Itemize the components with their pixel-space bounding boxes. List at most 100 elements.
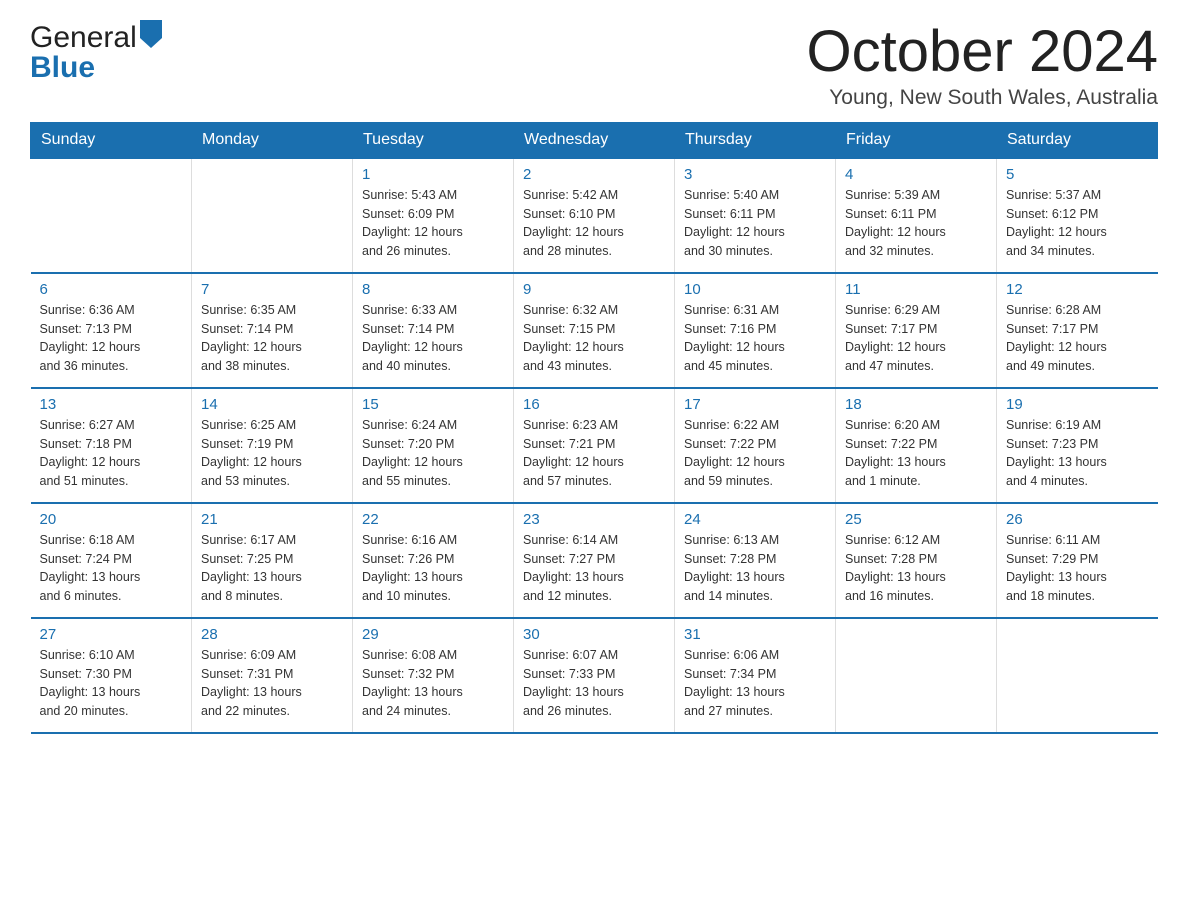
day-number: 31 bbox=[684, 626, 826, 643]
title-area: October 2024 Young, New South Wales, Aus… bbox=[807, 20, 1158, 110]
day-info: Sunrise: 6:29 AM Sunset: 7:17 PM Dayligh… bbox=[845, 303, 946, 373]
day-number: 16 bbox=[523, 396, 665, 413]
col-sunday: Sunday bbox=[31, 122, 192, 158]
calendar-cell: 1 Sunrise: 5:43 AM Sunset: 6:09 PM Daylig… bbox=[353, 158, 514, 273]
page-header: General Blue October 2024 Young, New Sou… bbox=[30, 20, 1158, 110]
day-number: 2 bbox=[523, 166, 665, 183]
logo-general: General bbox=[30, 21, 137, 55]
day-info: Sunrise: 6:14 AM Sunset: 7:27 PM Dayligh… bbox=[523, 533, 624, 603]
calendar-cell: 29 Sunrise: 6:08 AM Sunset: 7:32 PM Dayli… bbox=[353, 618, 514, 733]
col-thursday: Thursday bbox=[675, 122, 836, 158]
calendar-cell: 12 Sunrise: 6:28 AM Sunset: 7:17 PM Dayli… bbox=[997, 273, 1158, 388]
calendar-cell: 6 Sunrise: 6:36 AM Sunset: 7:13 PM Daylig… bbox=[31, 273, 192, 388]
day-number: 22 bbox=[362, 511, 504, 528]
calendar-cell: 22 Sunrise: 6:16 AM Sunset: 7:26 PM Dayli… bbox=[353, 503, 514, 618]
calendar-cell: 26Sunrise: 6:11 AM Sunset: 7:29 PM Dayli… bbox=[997, 503, 1158, 618]
day-info: Sunrise: 6:07 AM Sunset: 7:33 PM Dayligh… bbox=[523, 648, 624, 718]
calendar-cell: 17 Sunrise: 6:22 AM Sunset: 7:22 PM Dayli… bbox=[675, 388, 836, 503]
logo: General Blue bbox=[30, 20, 162, 85]
day-info: Sunrise: 6:32 AM Sunset: 7:15 PM Dayligh… bbox=[523, 303, 624, 373]
day-number: 3 bbox=[684, 166, 826, 183]
calendar-week-row: 1 Sunrise: 5:43 AM Sunset: 6:09 PM Daylig… bbox=[31, 158, 1158, 273]
calendar-cell: 30 Sunrise: 6:07 AM Sunset: 7:33 PM Dayli… bbox=[514, 618, 675, 733]
calendar-cell: 18 Sunrise: 6:20 AM Sunset: 7:22 PM Dayli… bbox=[836, 388, 997, 503]
day-info: Sunrise: 6:11 AM Sunset: 7:29 PM Dayligh… bbox=[1006, 533, 1107, 603]
calendar-week-row: 20Sunrise: 6:18 AM Sunset: 7:24 PM Dayli… bbox=[31, 503, 1158, 618]
calendar-cell: 28Sunrise: 6:09 AM Sunset: 7:31 PM Dayli… bbox=[192, 618, 353, 733]
day-number: 10 bbox=[684, 281, 826, 298]
day-number: 1 bbox=[362, 166, 504, 183]
day-info: Sunrise: 6:35 AM Sunset: 7:14 PM Dayligh… bbox=[201, 303, 302, 373]
day-info: Sunrise: 6:13 AM Sunset: 7:28 PM Dayligh… bbox=[684, 533, 785, 603]
calendar-cell bbox=[31, 158, 192, 273]
day-number: 6 bbox=[40, 281, 183, 298]
month-title: October 2024 bbox=[807, 20, 1158, 84]
day-info: Sunrise: 5:43 AM Sunset: 6:09 PM Dayligh… bbox=[362, 188, 463, 258]
day-info: Sunrise: 6:17 AM Sunset: 7:25 PM Dayligh… bbox=[201, 533, 302, 603]
day-info: Sunrise: 6:10 AM Sunset: 7:30 PM Dayligh… bbox=[40, 648, 141, 718]
day-number: 9 bbox=[523, 281, 665, 298]
day-number: 12 bbox=[1006, 281, 1149, 298]
day-number: 15 bbox=[362, 396, 504, 413]
calendar-cell bbox=[997, 618, 1158, 733]
col-monday: Monday bbox=[192, 122, 353, 158]
day-info: Sunrise: 6:28 AM Sunset: 7:17 PM Dayligh… bbox=[1006, 303, 1107, 373]
day-number: 27 bbox=[40, 626, 183, 643]
day-info: Sunrise: 6:33 AM Sunset: 7:14 PM Dayligh… bbox=[362, 303, 463, 373]
day-number: 4 bbox=[845, 166, 987, 183]
col-wednesday: Wednesday bbox=[514, 122, 675, 158]
day-info: Sunrise: 6:08 AM Sunset: 7:32 PM Dayligh… bbox=[362, 648, 463, 718]
calendar-cell: 27 Sunrise: 6:10 AM Sunset: 7:30 PM Dayli… bbox=[31, 618, 192, 733]
calendar-cell: 2Sunrise: 5:42 AM Sunset: 6:10 PM Daylig… bbox=[514, 158, 675, 273]
day-info: Sunrise: 6:25 AM Sunset: 7:19 PM Dayligh… bbox=[201, 418, 302, 488]
calendar-cell: 31 Sunrise: 6:06 AM Sunset: 7:34 PM Dayli… bbox=[675, 618, 836, 733]
day-number: 8 bbox=[362, 281, 504, 298]
day-info: Sunrise: 5:39 AM Sunset: 6:11 PM Dayligh… bbox=[845, 188, 946, 258]
day-info: Sunrise: 6:06 AM Sunset: 7:34 PM Dayligh… bbox=[684, 648, 785, 718]
calendar-cell: 14 Sunrise: 6:25 AM Sunset: 7:19 PM Dayli… bbox=[192, 388, 353, 503]
day-number: 21 bbox=[201, 511, 343, 528]
col-friday: Friday bbox=[836, 122, 997, 158]
calendar-cell bbox=[192, 158, 353, 273]
calendar-cell: 13Sunrise: 6:27 AM Sunset: 7:18 PM Dayli… bbox=[31, 388, 192, 503]
calendar-cell: 20Sunrise: 6:18 AM Sunset: 7:24 PM Dayli… bbox=[31, 503, 192, 618]
day-number: 30 bbox=[523, 626, 665, 643]
calendar-cell: 15 Sunrise: 6:24 AM Sunset: 7:20 PM Dayli… bbox=[353, 388, 514, 503]
day-number: 5 bbox=[1006, 166, 1149, 183]
calendar-week-row: 13Sunrise: 6:27 AM Sunset: 7:18 PM Dayli… bbox=[31, 388, 1158, 503]
calendar-week-row: 6 Sunrise: 6:36 AM Sunset: 7:13 PM Daylig… bbox=[31, 273, 1158, 388]
calendar-header-row: Sunday Monday Tuesday Wednesday Thursday… bbox=[31, 122, 1158, 158]
day-number: 29 bbox=[362, 626, 504, 643]
day-number: 18 bbox=[845, 396, 987, 413]
day-info: Sunrise: 6:19 AM Sunset: 7:23 PM Dayligh… bbox=[1006, 418, 1107, 488]
day-info: Sunrise: 6:27 AM Sunset: 7:18 PM Dayligh… bbox=[40, 418, 141, 488]
calendar-cell: 19 Sunrise: 6:19 AM Sunset: 7:23 PM Dayli… bbox=[997, 388, 1158, 503]
day-info: Sunrise: 6:23 AM Sunset: 7:21 PM Dayligh… bbox=[523, 418, 624, 488]
day-info: Sunrise: 6:12 AM Sunset: 7:28 PM Dayligh… bbox=[845, 533, 946, 603]
day-info: Sunrise: 6:24 AM Sunset: 7:20 PM Dayligh… bbox=[362, 418, 463, 488]
calendar-week-row: 27 Sunrise: 6:10 AM Sunset: 7:30 PM Dayli… bbox=[31, 618, 1158, 733]
location-subtitle: Young, New South Wales, Australia bbox=[807, 86, 1158, 110]
day-number: 7 bbox=[201, 281, 343, 298]
calendar-cell: 21 Sunrise: 6:17 AM Sunset: 7:25 PM Dayli… bbox=[192, 503, 353, 618]
day-info: Sunrise: 6:16 AM Sunset: 7:26 PM Dayligh… bbox=[362, 533, 463, 603]
day-info: Sunrise: 6:36 AM Sunset: 7:13 PM Dayligh… bbox=[40, 303, 141, 373]
day-number: 23 bbox=[523, 511, 665, 528]
day-number: 20 bbox=[40, 511, 183, 528]
day-info: Sunrise: 5:40 AM Sunset: 6:11 PM Dayligh… bbox=[684, 188, 785, 258]
calendar-cell: 9 Sunrise: 6:32 AM Sunset: 7:15 PM Daylig… bbox=[514, 273, 675, 388]
day-info: Sunrise: 6:09 AM Sunset: 7:31 PM Dayligh… bbox=[201, 648, 302, 718]
logo-blue: Blue bbox=[30, 51, 95, 85]
logo-arrow-icon bbox=[140, 20, 162, 48]
calendar-table: Sunday Monday Tuesday Wednesday Thursday… bbox=[30, 122, 1158, 734]
day-number: 19 bbox=[1006, 396, 1149, 413]
day-number: 14 bbox=[201, 396, 343, 413]
col-saturday: Saturday bbox=[997, 122, 1158, 158]
calendar-cell: 7 Sunrise: 6:35 AM Sunset: 7:14 PM Daylig… bbox=[192, 273, 353, 388]
calendar-cell: 25Sunrise: 6:12 AM Sunset: 7:28 PM Dayli… bbox=[836, 503, 997, 618]
calendar-cell: 16 Sunrise: 6:23 AM Sunset: 7:21 PM Dayli… bbox=[514, 388, 675, 503]
calendar-cell: 24Sunrise: 6:13 AM Sunset: 7:28 PM Dayli… bbox=[675, 503, 836, 618]
day-number: 17 bbox=[684, 396, 826, 413]
day-info: Sunrise: 6:22 AM Sunset: 7:22 PM Dayligh… bbox=[684, 418, 785, 488]
day-info: Sunrise: 6:20 AM Sunset: 7:22 PM Dayligh… bbox=[845, 418, 946, 488]
